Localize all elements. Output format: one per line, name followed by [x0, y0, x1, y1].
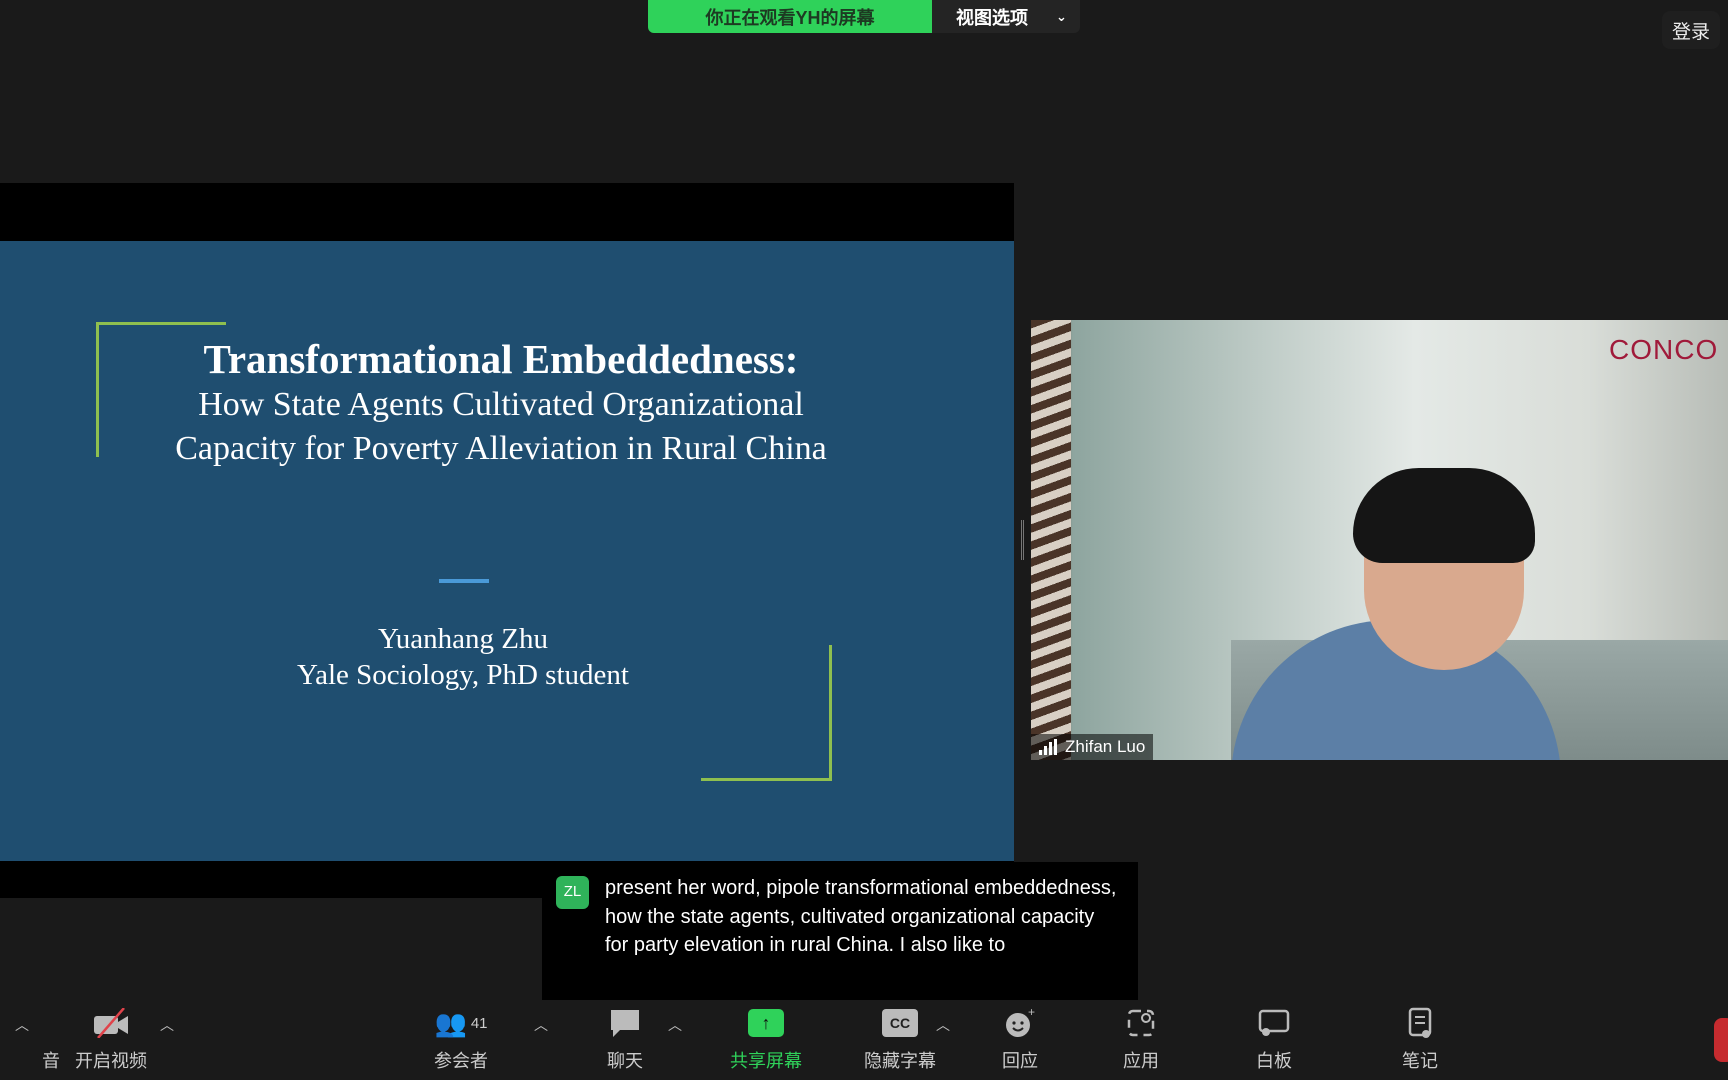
- signal-strength-icon: [1039, 739, 1057, 755]
- speaker-avatar: ZL: [556, 876, 589, 909]
- slide-affiliation: Yale Sociology, PhD student: [297, 659, 629, 691]
- whiteboard-label: 白板: [1256, 1051, 1292, 1071]
- reactions-button[interactable]: + 回应: [965, 1005, 1075, 1073]
- viewing-screen-banner: 你正在观看YH的屏幕: [648, 0, 932, 33]
- video-background-sign: CONCO: [1609, 334, 1719, 365]
- participants-icon: 👥: [434, 1007, 467, 1038]
- share-screen-icon: ↑: [711, 1005, 821, 1041]
- participant-name-tag: Zhifan Luo: [1031, 734, 1154, 760]
- participant-name: Zhifan Luo: [1065, 737, 1146, 756]
- participants-count: 41: [470, 1014, 488, 1032]
- corner-bracket-bottom-right-horizontal: [701, 778, 832, 781]
- participants-options-caret[interactable]: ︿: [534, 1015, 548, 1035]
- video-off-icon: [56, 1005, 166, 1041]
- video-person-hair: [1353, 468, 1535, 563]
- cc-icon: CC: [882, 1009, 918, 1037]
- view-options-label: 视图选项: [956, 7, 1028, 28]
- presentation-slide: Transformational Embeddedness: How State…: [0, 241, 1014, 861]
- start-video-label: 开启视频: [75, 1051, 147, 1071]
- chat-button[interactable]: 聊天: [570, 1005, 680, 1073]
- slide-title: Transformational Embeddedness:: [203, 336, 799, 382]
- chevron-down-icon: ⌄: [1056, 8, 1067, 24]
- svg-text:+: +: [1028, 1007, 1035, 1019]
- video-background-wall: [1031, 320, 1071, 760]
- participants-label: 参会者: [434, 1051, 488, 1071]
- notes-button[interactable]: 笔记: [1365, 1005, 1475, 1073]
- share-screen-label: 共享屏幕: [730, 1051, 802, 1071]
- whiteboard-icon: [1219, 1005, 1329, 1041]
- participant-video[interactable]: CONCO Zhifan Luo: [1031, 320, 1728, 760]
- reactions-icon: +: [965, 1005, 1075, 1041]
- divider-dash: [439, 579, 489, 583]
- share-screen-button[interactable]: ↑ 共享屏幕: [711, 1005, 821, 1073]
- participants-button[interactable]: 👥 41 参会者: [406, 1005, 516, 1073]
- audio-options-caret[interactable]: ︿: [15, 1015, 29, 1035]
- apps-label: 应用: [1123, 1051, 1159, 1071]
- slide-author: Yuanhang Zhu: [378, 623, 548, 655]
- audio-button[interactable]: 音: [0, 1005, 60, 1073]
- panel-resize-handle[interactable]: [1021, 520, 1024, 560]
- start-video-button[interactable]: 开启视频: [56, 1005, 166, 1073]
- video-options-caret[interactable]: ︿: [160, 1015, 174, 1035]
- chat-label: 聊天: [607, 1051, 643, 1071]
- apps-button[interactable]: 应用: [1086, 1005, 1196, 1073]
- caption-text: present her word, pipole transformationa…: [605, 877, 1117, 956]
- notes-icon: [1365, 1005, 1475, 1041]
- captions-label: 隐藏字幕: [864, 1051, 936, 1071]
- view-options-button[interactable]: 视图选项 ⌄: [932, 0, 1080, 33]
- chat-icon: [570, 1005, 680, 1041]
- whiteboard-button[interactable]: 白板: [1219, 1005, 1329, 1073]
- login-button[interactable]: 登录: [1662, 11, 1720, 49]
- slide-subtitle-1: How State Agents Cultivated Organization…: [198, 386, 804, 423]
- captions-options-caret[interactable]: ︿: [936, 1015, 950, 1035]
- apps-icon: [1086, 1005, 1196, 1041]
- slide-subtitle-2: Capacity for Poverty Alleviation in Rura…: [175, 430, 827, 467]
- notes-label: 笔记: [1402, 1051, 1438, 1071]
- audio-label: 音: [42, 1051, 60, 1071]
- reactions-label: 回应: [1002, 1051, 1038, 1071]
- live-caption-box: ZL present her word, pipole transformati…: [542, 862, 1138, 1000]
- corner-bracket-top-left: [96, 322, 226, 325]
- chat-options-caret[interactable]: ︿: [668, 1015, 682, 1035]
- leave-button[interactable]: [1714, 1018, 1728, 1062]
